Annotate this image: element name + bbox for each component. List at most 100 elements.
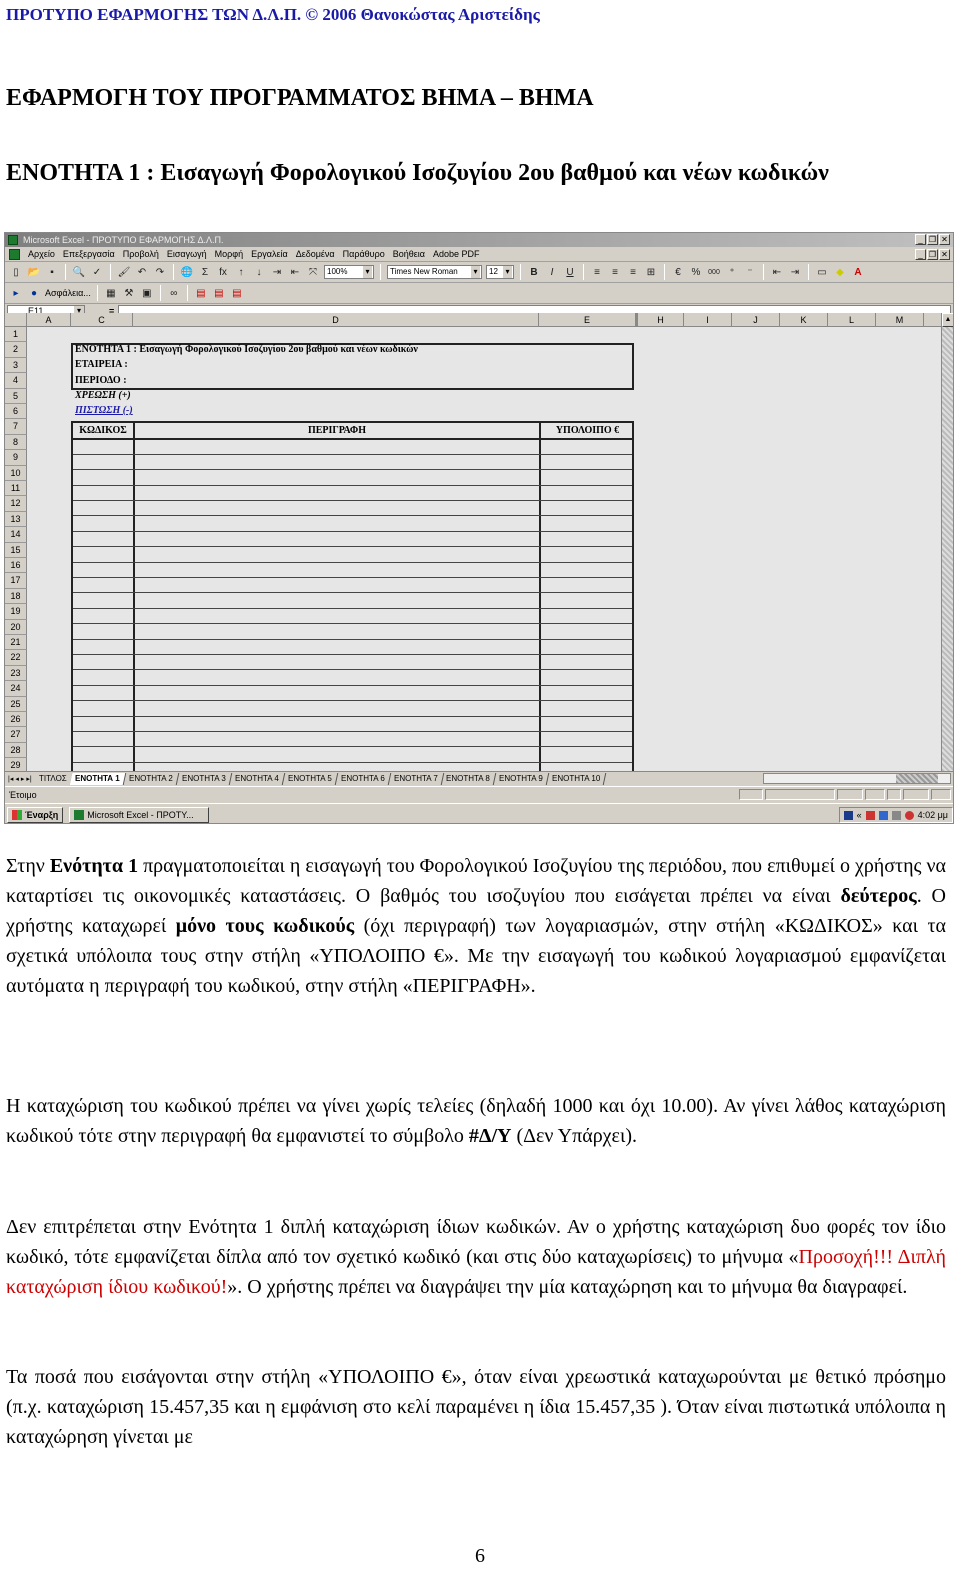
row-header[interactable]: 1 [5, 327, 27, 343]
close-button[interactable]: ✕ [939, 234, 950, 245]
sort-desc-icon[interactable]: ↓ [252, 265, 266, 279]
row-header[interactable]: 13 [5, 511, 27, 528]
sheet-tab-section-3[interactable]: ΕΝΟΤΗΤΑ 3 [176, 772, 233, 785]
font-size-select[interactable]: 12 [486, 265, 514, 279]
currency-icon[interactable]: € [671, 265, 685, 279]
column-header-a[interactable]: A [27, 313, 71, 327]
column-header-d[interactable]: D [133, 313, 539, 327]
spelling-icon[interactable]: ✓ [90, 265, 104, 279]
menu-insert[interactable]: Εισαγωγή [167, 249, 207, 259]
row-header[interactable]: 2 [5, 342, 27, 358]
cell-company-label[interactable]: ΕΤΑΙΡΕΙΑ : [75, 359, 128, 370]
pdf-email-icon[interactable]: ▤ [212, 286, 226, 300]
row-header[interactable]: 27 [5, 727, 27, 743]
doc-minimize-button[interactable]: _ [915, 249, 926, 260]
scroll-up-icon[interactable]: ▲ [942, 313, 953, 327]
row-header[interactable]: 19 [5, 604, 27, 620]
row-header[interactable]: 25 [5, 696, 27, 712]
start-button[interactable]: Έναρξη [7, 806, 64, 823]
restore-button[interactable]: ❐ [927, 234, 938, 245]
row-header[interactable]: 21 [5, 635, 27, 651]
doc-restore-button[interactable]: ❐ [927, 249, 938, 260]
security-button[interactable]: Ασφάλεια... [45, 288, 91, 298]
align-center-icon[interactable]: ≡ [608, 265, 622, 279]
autosum-icon[interactable]: Σ [198, 265, 212, 279]
cell-section-title[interactable]: ΕΝΟΤΗΤΑ 1 : Εισαγωγή Φορολογικού Ισοζυγί… [75, 344, 418, 355]
column-header-m[interactable]: M [876, 313, 924, 327]
align-right-icon[interactable]: ≡ [626, 265, 640, 279]
row-header[interactable]: 22 [5, 650, 27, 666]
sheet-tab-section-4[interactable]: ΕΝΟΤΗΤΑ 4 [229, 772, 286, 785]
row-header[interactable]: 24 [5, 681, 27, 697]
menu-tools[interactable]: Εργαλεία [251, 249, 288, 259]
undo-icon[interactable]: ↶ [135, 265, 149, 279]
format-painter-icon[interactable]: 🖌 [117, 265, 131, 279]
volume-icon[interactable] [891, 810, 901, 820]
row-header[interactable]: 20 [5, 619, 27, 635]
sheet-tab-section-10[interactable]: ΕΝΟΤΗΤΑ 10 [546, 772, 607, 785]
row-header[interactable]: 17 [5, 573, 27, 589]
thousands-button[interactable]: 000 [707, 265, 721, 279]
vb-editor-icon[interactable]: ▣ [140, 286, 154, 300]
next-sheet-icon[interactable]: ▸ [21, 775, 25, 783]
menu-file[interactable]: Αρχείο [28, 249, 55, 259]
sheet-tab-section-9[interactable]: ΕΝΟΤΗΤΑ 9 [493, 772, 550, 785]
pdf-convert-icon[interactable]: ▤ [194, 286, 208, 300]
print-preview-icon[interactable]: 🔍 [72, 265, 86, 279]
first-sheet-icon[interactable]: |◂ [8, 775, 13, 783]
row-header[interactable]: 15 [5, 542, 27, 558]
increase-decimal-icon[interactable]: ⁺ [725, 265, 739, 279]
redo-icon[interactable]: ↷ [153, 265, 167, 279]
tray-expand-icon[interactable]: « [857, 810, 862, 820]
row-header[interactable]: 5 [5, 388, 27, 404]
cell-credit-label[interactable]: ΠΙΣΤΩΣΗ (-) [75, 405, 133, 416]
sort-asc-icon[interactable]: ↑ [234, 265, 248, 279]
decrease-decimal-icon[interactable]: ⁻ [743, 265, 757, 279]
cell-period-label[interactable]: ΠΕΡΙΟΔΟ : [75, 375, 127, 386]
cell-debit-label[interactable]: ΧΡΕΩΣΗ (+) [75, 390, 131, 401]
row-header[interactable]: 18 [5, 588, 27, 605]
column-header-h[interactable]: H [636, 313, 684, 327]
worksheet-grid[interactable]: A C D E H I J K L M 1 2 3 4 5 6 7 8 9 10 11 12 13 14 1… [5, 313, 943, 774]
remove-arrows-icon[interactable]: ⤧ [306, 265, 320, 279]
record-icon[interactable]: ● [27, 286, 41, 300]
column-header-j[interactable]: J [732, 313, 780, 327]
row-header[interactable]: 4 [5, 373, 27, 389]
sheet-tab-section-5[interactable]: ΕΝΟΤΗΤΑ 5 [282, 772, 338, 785]
row-header[interactable]: 28 [5, 742, 27, 759]
taskbar-excel-button[interactable]: Microsoft Excel - ΠΡΟΤΥ... [69, 806, 210, 823]
menu-edit[interactable]: Επεξεργασία [63, 249, 115, 259]
row-header[interactable]: 16 [5, 558, 27, 574]
network2-icon[interactable] [878, 810, 888, 820]
menu-help[interactable]: Βοήθεια [393, 249, 425, 259]
select-all-corner[interactable] [5, 313, 27, 327]
design-mode-icon[interactable]: ⚒ [122, 286, 136, 300]
column-header-i[interactable]: I [684, 313, 732, 327]
merge-center-icon[interactable]: ⊞ [644, 265, 658, 279]
column-header-k[interactable]: K [780, 313, 828, 327]
font-color-icon[interactable]: A [851, 265, 865, 279]
bold-button[interactable]: B [527, 265, 541, 279]
column-header-e[interactable]: E [539, 313, 636, 327]
menu-window[interactable]: Παράθυρο [343, 249, 385, 259]
trace-dependents-icon[interactable]: ⇤ [288, 265, 302, 279]
horizontal-scrollbar[interactable] [763, 773, 951, 784]
network-icon[interactable] [865, 810, 875, 820]
font-select[interactable]: Times New Roman [387, 265, 482, 279]
minimize-button[interactable]: _ [915, 234, 926, 245]
workbook-icon[interactable] [9, 248, 20, 260]
prev-sheet-icon[interactable]: ◂ [15, 775, 19, 783]
menu-format[interactable]: Μορφή [215, 249, 243, 259]
row-header[interactable]: 12 [5, 496, 27, 512]
function-icon[interactable]: fx [216, 265, 230, 279]
link-icon[interactable]: ∞ [167, 286, 181, 300]
row-header[interactable]: 26 [5, 712, 27, 728]
run-icon[interactable]: ▸ [9, 286, 23, 300]
hyperlink-icon[interactable]: 🌐 [180, 265, 194, 279]
open-icon[interactable]: 📂 [27, 265, 41, 279]
row-header[interactable]: 7 [5, 419, 27, 435]
menu-adobe-pdf[interactable]: Adobe PDF [433, 249, 480, 259]
vertical-scrollbar[interactable]: ▲ [941, 313, 953, 771]
tray-app-icon[interactable] [843, 810, 853, 820]
row-header[interactable]: 9 [5, 450, 27, 466]
